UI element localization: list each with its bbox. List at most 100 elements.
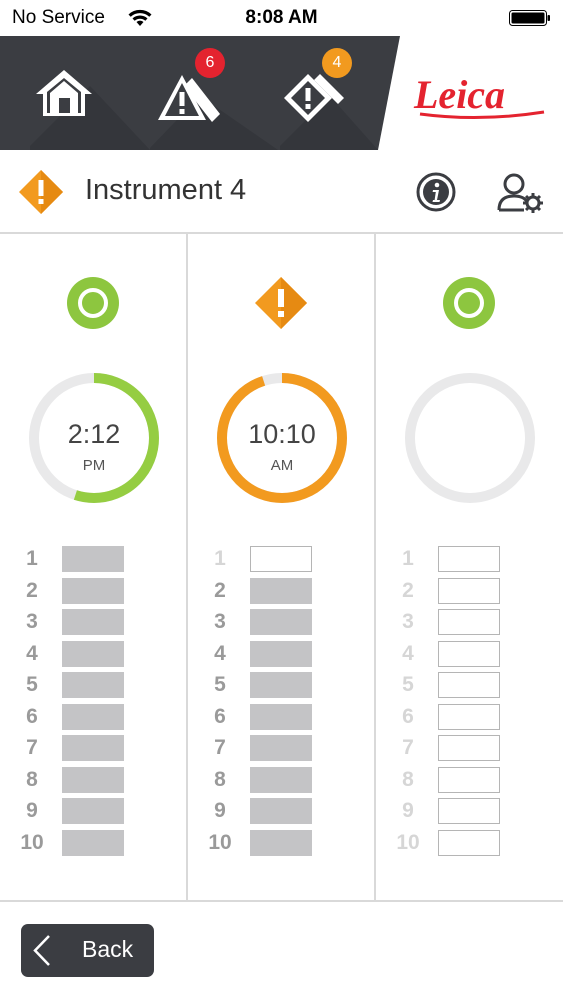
station-column-2[interactable]: 10:10 AM 1 2 3 4 5 6 7 8 9 10 (188, 234, 376, 900)
slide-slot[interactable]: 10 (18, 829, 188, 857)
slot-empty (438, 798, 500, 824)
slot-empty (438, 703, 500, 730)
slide-slot[interactable]: 9 (18, 797, 188, 825)
slide-slot[interactable]: 1 (394, 545, 563, 573)
slot-occupied (250, 829, 312, 856)
slide-slot[interactable]: 8 (394, 766, 563, 794)
slide-slot[interactable]: 3 (18, 608, 188, 636)
top-navigation: 6 4 Leica (0, 36, 563, 150)
slot-number: 10 (396, 830, 420, 854)
slide-slot[interactable]: 2 (394, 577, 563, 605)
slot-number: 9 (214, 799, 226, 822)
green-circle-icon (67, 277, 119, 329)
clock: 8:08 AM (245, 7, 318, 28)
slide-slot[interactable]: 7 (206, 734, 376, 762)
slot-empty (438, 609, 500, 635)
nav-warnings-button[interactable]: 4 (248, 36, 368, 150)
slot-occupied (62, 609, 124, 635)
station-column-3[interactable]: 1 2 3 4 5 6 7 8 9 10 (376, 234, 563, 900)
slide-slot[interactable]: 2 (206, 577, 376, 605)
slot-occupied (250, 609, 312, 635)
nav-home-button[interactable] (0, 36, 120, 150)
slide-slot[interactable]: 5 (394, 671, 563, 699)
green-circle-icon (443, 277, 495, 329)
slot-occupied (250, 577, 312, 604)
slot-number: 2 (26, 578, 38, 602)
slot-empty (438, 829, 500, 856)
station-column-1[interactable]: 2:12 PM 1 2 3 4 5 6 7 8 9 10 (0, 234, 188, 900)
slot-number: 1 (26, 547, 38, 570)
slide-slot[interactable]: 4 (394, 640, 563, 668)
info-icon[interactable] (416, 172, 456, 212)
slide-slot[interactable]: 3 (394, 608, 563, 636)
slide-slot[interactable]: 5 (18, 671, 188, 699)
slide-slot[interactable]: 6 (206, 703, 376, 731)
user-settings-icon[interactable] (496, 172, 544, 214)
slot-number: 9 (26, 799, 38, 822)
slot-occupied (250, 766, 312, 793)
slot-occupied (62, 577, 124, 604)
chevron-left-icon (33, 935, 50, 966)
station-time: 2:12 (67, 419, 121, 449)
slot-empty (250, 546, 312, 572)
slide-slot[interactable]: 8 (18, 766, 188, 794)
slot-number: 6 (402, 704, 414, 728)
slot-number: 5 (214, 673, 226, 696)
slot-number: 1 (214, 547, 226, 570)
alert-stack-icon (158, 75, 220, 122)
slide-slot[interactable]: 9 (394, 797, 563, 825)
slide-slot[interactable]: 1 (18, 545, 188, 573)
slot-occupied (62, 546, 124, 572)
slide-slot[interactable]: 7 (18, 734, 188, 762)
slot-number: 3 (402, 610, 414, 633)
slide-slot[interactable]: 6 (18, 703, 188, 731)
back-button[interactable]: Back (21, 924, 154, 977)
alerts-count-badge: 6 (195, 48, 225, 78)
slide-slot[interactable]: 7 (394, 734, 563, 762)
slide-slot[interactable]: 2 (18, 577, 188, 605)
slot-empty (438, 640, 500, 667)
slot-number: 8 (26, 767, 38, 791)
slide-slot[interactable]: 3 (206, 608, 376, 636)
slide-slot[interactable]: 4 (18, 640, 188, 668)
slot-number: 10 (208, 830, 232, 854)
slide-slot[interactable]: 1 (206, 545, 376, 573)
slide-slot[interactable]: 10 (394, 829, 563, 857)
instrument-stations: 2:12 PM 1 2 3 4 5 6 7 8 9 10 10:10 AM 1 2 3 4 5 6 7 8 9 10 1 2 3… (0, 234, 563, 900)
warnings-count-badge: 4 (322, 48, 352, 78)
orange-warning-icon (255, 277, 307, 329)
slot-number: 2 (402, 578, 414, 602)
slot-number: 6 (26, 704, 38, 728)
slot-occupied (62, 798, 124, 824)
slot-empty (438, 546, 500, 572)
progress-ring (405, 373, 535, 503)
slide-slot[interactable]: 10 (206, 829, 376, 857)
slot-number: 7 (26, 736, 38, 759)
slot-occupied (62, 735, 124, 761)
slot-occupied (62, 766, 124, 793)
slide-slot[interactable]: 4 (206, 640, 376, 668)
slot-number: 9 (402, 799, 414, 822)
slot-empty (438, 735, 500, 761)
warning-icon (19, 170, 63, 214)
slot-number: 3 (26, 610, 38, 633)
station-time-period: PM (82, 457, 106, 474)
slide-slot[interactable]: 9 (206, 797, 376, 825)
nav-alerts-button[interactable]: 6 (122, 36, 242, 150)
home-icon (36, 70, 92, 116)
slide-slot[interactable]: 8 (206, 766, 376, 794)
slot-number: 7 (402, 736, 414, 759)
station-time: 10:10 (248, 419, 316, 449)
slot-empty (438, 577, 500, 604)
slot-number: 4 (214, 641, 226, 665)
status-bar: No Service 8:08 AM (0, 0, 563, 36)
leica-logo-wordmark: Leica (413, 72, 505, 117)
slot-number: 8 (214, 767, 226, 791)
slot-occupied (250, 798, 312, 824)
slot-empty (438, 766, 500, 793)
slot-occupied (62, 703, 124, 730)
slide-slot[interactable]: 6 (394, 703, 563, 731)
slot-number: 4 (26, 641, 38, 665)
slide-slot[interactable]: 5 (206, 671, 376, 699)
slot-number: 5 (26, 673, 38, 696)
